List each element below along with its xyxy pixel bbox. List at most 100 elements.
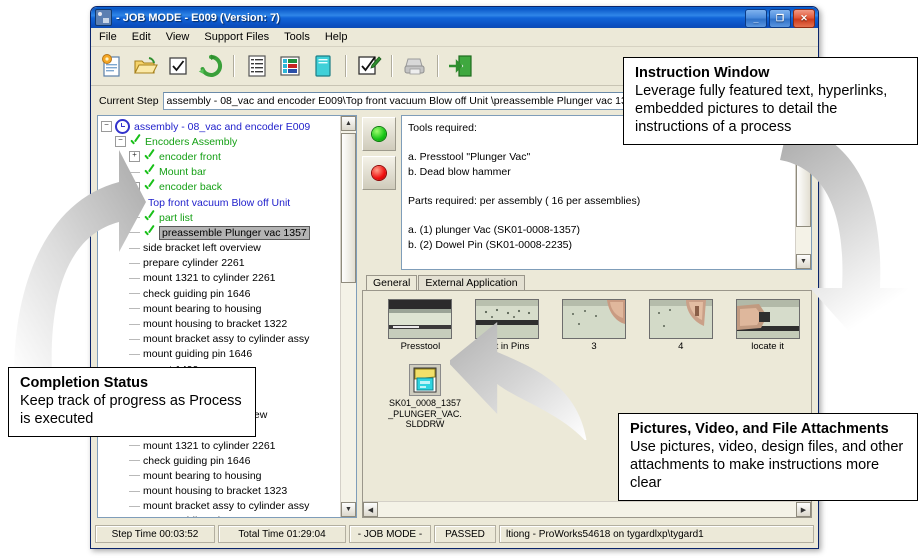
tree-node-label: mount bracket assy to cylinder assy (143, 500, 310, 513)
tree-node-label: mount bearing to housing (143, 302, 262, 315)
edit-check-icon[interactable] (354, 51, 384, 81)
thumbnail-image-4[interactable] (648, 299, 713, 339)
checkbox-icon[interactable] (163, 51, 193, 81)
current-step-label: Current Step (99, 95, 159, 107)
tree-scroll-thumb[interactable] (341, 133, 356, 283)
tree-node-label: check guiding pin 1646 (143, 287, 251, 300)
status-step-time: Step Time 00:03:52 (95, 525, 215, 543)
menu-item-tools[interactable]: Tools (281, 30, 313, 44)
clock-icon (115, 119, 130, 135)
instruction-line: b. (2) Dowel Pin (SK01-0008-2235) (408, 238, 573, 251)
tree-node[interactable]: − assembly - 08_vac and encoder E009 (101, 119, 340, 135)
tree-node-label: mount bracket assy to cylinder assy (143, 333, 310, 346)
open-folder-icon[interactable] (130, 51, 160, 81)
callout-pictures-video-files: Pictures, Video, and File Attachments Us… (618, 413, 918, 501)
menu-item-support-files[interactable]: Support Files (201, 30, 272, 44)
fail-led-icon (372, 166, 386, 180)
curved-arrow-to-attachments-icon (780, 124, 908, 344)
instruction-line (408, 209, 789, 224)
tree-node-label: Mount bar (159, 166, 207, 179)
tree-connector-icon (129, 460, 140, 462)
tree-scroll-track[interactable] (341, 131, 356, 502)
menu-bar: File Edit View Support Files Tools Help (91, 28, 818, 47)
tree-node[interactable]: check guiding pin 1646 (101, 453, 340, 468)
tree-node-label: mount guiding pin 1646 (143, 515, 252, 517)
pass-led-button[interactable] (362, 117, 396, 151)
collapse-icon[interactable]: − (101, 121, 112, 133)
tree-node-label: Encoders Assembly (145, 135, 238, 148)
attachments-scroll-left-button[interactable]: ◀ (363, 502, 378, 517)
status-result-badge: PASSED (434, 525, 496, 543)
title-bar: - JOB MODE - E009 (Version: 7) _ ❐ ✕ (91, 7, 818, 28)
thumbnail-caption: 4 (678, 341, 684, 352)
attachments-scroll-track[interactable] (378, 502, 796, 517)
tree-connector-icon (129, 490, 140, 492)
thumbnail-item[interactable]: 4 (637, 299, 724, 352)
new-document-icon[interactable] (97, 51, 127, 81)
tree-node-label: mount guiding pin 1646 (143, 348, 253, 361)
led-column (362, 115, 396, 270)
pass-led-icon (372, 127, 386, 141)
tree-node-label: Top front vacuum Blow off Unit (148, 196, 291, 209)
attachment-tabs: General External Application (362, 274, 812, 291)
callout-instruction-window: Instruction Window Leverage fully featur… (623, 57, 918, 145)
tree-node-label: side bracket left overview (143, 242, 261, 255)
refresh-icon[interactable] (196, 51, 226, 81)
close-button[interactable]: ✕ (793, 9, 815, 28)
thumbnail-caption: Presstool (400, 341, 441, 352)
tree-node-label: prepare cylinder 2261 (143, 257, 245, 270)
menu-item-edit[interactable]: Edit (129, 30, 154, 44)
status-mode: - JOB MODE - (349, 525, 431, 543)
attachments-horizontal-scrollbar[interactable]: ◀ ▶ (363, 501, 811, 517)
curved-arrow-to-thumbnails-icon (450, 322, 587, 440)
minimize-icon: _ (753, 13, 759, 24)
callout-body: Keep track of progress as Process is exe… (20, 393, 242, 427)
fail-led-button[interactable] (362, 156, 396, 190)
tree-connector-icon (129, 505, 140, 507)
tree-node-label: mount 1321 to cylinder 2261 (143, 439, 276, 452)
print-icon[interactable] (400, 51, 430, 81)
tab-external-application[interactable]: External Application (418, 275, 525, 290)
instruction-line: Press in the Dowel pin into the plunger … (408, 267, 789, 269)
tree-node-label: check guiding pin 1646 (143, 454, 251, 467)
tree-node-label: encoder front (159, 150, 221, 163)
tree-node-label: preassemble Plunger vac 1357 (159, 225, 310, 240)
attachments-scroll-right-button[interactable]: ▶ (796, 502, 811, 517)
cad-drawing-icon[interactable] (409, 364, 441, 396)
callout-completion-status: Completion Status Keep track of progress… (8, 367, 256, 437)
tree-node-label: mount housing to bracket 1323 (143, 485, 288, 498)
tree-scroll-up-button[interactable]: ▲ (341, 116, 356, 131)
exit-door-icon[interactable] (446, 51, 476, 81)
tree-node-label: part list (159, 211, 193, 224)
thumbnail-image-presstool[interactable] (388, 299, 453, 339)
callout-body: Use pictures, video, design files, and o… (630, 439, 904, 491)
tree-node[interactable]: mount bracket assy to cylinder assy (101, 499, 340, 514)
toolbar-separator-4 (437, 55, 439, 77)
tree-node-label: mount 1321 to cylinder 2261 (143, 272, 276, 285)
window-title: - JOB MODE - E009 (Version: 7) (116, 11, 280, 24)
minimize-button[interactable]: _ (745, 9, 767, 28)
tree-node-label: assembly - 08_vac and encoder E009 (134, 120, 311, 133)
list-lines-icon[interactable] (242, 51, 272, 81)
database-list-icon[interactable] (275, 51, 305, 81)
tree-node[interactable]: mount bearing to housing (101, 468, 340, 483)
toolbar-separator-3 (391, 55, 393, 77)
tab-general[interactable]: General (366, 275, 418, 291)
maximize-icon: ❐ (775, 13, 785, 23)
tree-node-label: encoder back (159, 181, 223, 194)
menu-item-view[interactable]: View (163, 30, 193, 44)
notes-icon[interactable] (308, 51, 338, 81)
maximize-button[interactable]: ❐ (769, 9, 791, 28)
status-bar: Step Time 00:03:52 Total Time 01:29:04 -… (95, 524, 814, 544)
menu-item-help[interactable]: Help (322, 30, 351, 44)
callout-title: Pictures, Video, and File Attachments (630, 421, 889, 437)
tree-node[interactable]: mount 1321 to cylinder 2261 (101, 438, 340, 453)
tree-vertical-scrollbar[interactable]: ▲ ▼ (340, 116, 356, 517)
tree-node[interactable]: mount housing to bracket 1323 (101, 484, 340, 499)
tree-scroll-down-button[interactable]: ▼ (341, 502, 356, 517)
menu-item-file[interactable]: File (96, 30, 120, 44)
window-controls: _ ❐ ✕ (745, 9, 815, 28)
instruction-line: Parts required: per assembly ( 16 per as… (408, 194, 641, 207)
status-user: ltiong - ProWorks54618 on tygardlxp\tyga… (499, 525, 814, 543)
tree-node[interactable]: mount guiding pin 1646 (101, 514, 340, 517)
